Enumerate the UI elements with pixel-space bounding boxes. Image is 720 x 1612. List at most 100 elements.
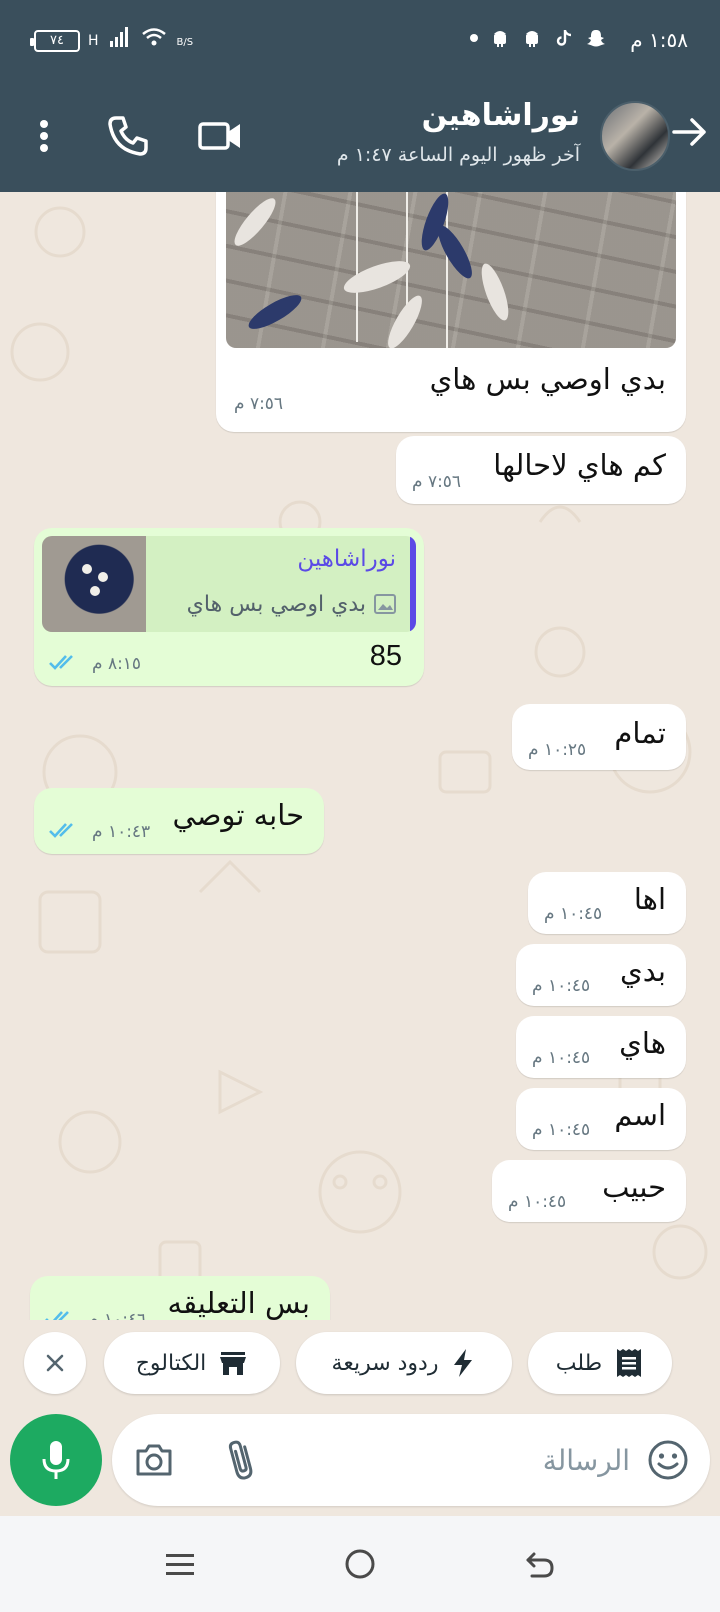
signal-icon — [109, 27, 128, 47]
business-chips-bar: الكتالوج ردود سريعة طلب — [0, 1320, 720, 1400]
emoji-button[interactable] — [646, 1438, 690, 1482]
close-icon — [46, 1354, 64, 1372]
system-navigation-bar — [0, 1516, 720, 1612]
attach-button[interactable] — [220, 1436, 264, 1484]
speed-label: B/S — [177, 37, 194, 48]
message-text: هاي — [619, 1026, 666, 1060]
message-bubble-reply[interactable]: نوراشاهين بدي اوصي بس هاي 85 ٨:١٥ م — [34, 528, 424, 686]
message-text: اها — [633, 882, 666, 916]
message-time: ١٠:٤٦ م — [88, 1310, 147, 1320]
back-nav-button[interactable] — [522, 1546, 558, 1582]
message-text: بدي اوصي بس هاي — [429, 362, 666, 396]
emoji-icon — [648, 1440, 688, 1480]
back-nav-icon — [526, 1552, 554, 1578]
quick-replies-chip[interactable]: ردود سريعة — [296, 1332, 512, 1394]
quoted-image-thumbnail — [42, 536, 146, 632]
quoted-text: بدي اوصي بس هاي — [186, 592, 366, 617]
store-icon — [220, 1352, 247, 1375]
quoted-message[interactable]: نوراشاهين بدي اوصي بس هاي — [42, 536, 416, 632]
message-bubble[interactable]: تمام ١٠:٢٥ م — [512, 704, 686, 770]
voice-message-button[interactable] — [10, 1414, 102, 1506]
photo-detail — [476, 260, 514, 324]
read-ticks-icon — [49, 823, 73, 838]
order-chip[interactable]: طلب — [528, 1332, 672, 1394]
photo-detail — [432, 221, 478, 283]
chips-close-button[interactable] — [24, 1332, 86, 1394]
home-circle-icon — [345, 1549, 375, 1579]
chat-header: نوراشاهين آخر ظهور اليوم الساعة ١:٤٧ م — [0, 82, 720, 192]
quote-accent-bar — [410, 536, 416, 632]
message-text: بس التعليقه — [167, 1286, 310, 1320]
mic-icon — [42, 1441, 70, 1479]
snapchat-icon — [587, 30, 605, 47]
quoted-author: نوراشاهين — [297, 546, 396, 572]
contact-name[interactable]: نوراشاهين — [422, 98, 580, 133]
message-text: كم هاي لاحالها — [493, 448, 666, 482]
message-time: ١٠:٤٥ م — [508, 1192, 567, 1212]
recents-button[interactable] — [162, 1546, 198, 1582]
video-call-button[interactable] — [196, 112, 244, 160]
notification-icons — [470, 28, 606, 48]
photo-detail — [244, 289, 306, 335]
message-text: حابه توصي — [172, 798, 304, 832]
message-bubble[interactable]: كم هاي لاحالها ٧:٥٦ م — [396, 436, 686, 504]
photo-detail — [228, 193, 282, 251]
message-input[interactable] — [330, 1436, 630, 1484]
message-bubble[interactable]: حبيب ١٠:٤٥ م — [492, 1160, 686, 1222]
receipt-icon — [617, 1349, 642, 1377]
last-seen-status[interactable]: آخر ظهور اليوم الساعة ١:٤٧ م — [337, 144, 580, 166]
message-time: ١٠:٤٥ م — [532, 1048, 591, 1068]
camera-icon — [136, 1444, 172, 1476]
message-text: حبيب — [602, 1170, 666, 1204]
order-label: طلب — [555, 1350, 603, 1376]
camera-button[interactable] — [132, 1438, 176, 1482]
message-bubble[interactable]: بدي ١٠:٤٥ م — [516, 944, 686, 1006]
image-icon — [374, 594, 396, 614]
wifi-icon — [141, 28, 166, 46]
attach-icon — [228, 1440, 253, 1480]
voice-call-button[interactable] — [104, 112, 152, 160]
message-text: تمام — [614, 716, 666, 750]
shared-photo[interactable] — [226, 192, 676, 348]
more-options-button[interactable] — [20, 112, 68, 160]
tiktok-icon — [556, 30, 572, 46]
battery-indicator: ٧٤ — [30, 30, 80, 52]
photo-detail — [382, 291, 428, 348]
thumb-detail — [98, 572, 108, 582]
message-time: ٧:٥٦ م — [234, 394, 284, 414]
message-time: ١٠:٤٥ م — [532, 976, 591, 996]
read-ticks-icon — [49, 655, 73, 670]
back-arrow-icon — [672, 118, 706, 146]
message-composer — [112, 1414, 710, 1506]
message-time: ٧:٥٦ م — [412, 472, 462, 492]
message-bubble[interactable]: اسم ١٠:٤٥ م — [516, 1088, 686, 1150]
back-button[interactable] — [670, 112, 710, 152]
catalog-label: الكتالوج — [135, 1350, 207, 1376]
message-bubble-image[interactable]: بدي اوصي بس هاي ٧:٥٦ م — [216, 192, 686, 432]
android-icon — [526, 31, 538, 47]
video-call-icon — [198, 122, 240, 150]
message-bubble[interactable]: هاي ١٠:٤٥ م — [516, 1016, 686, 1078]
android-icon — [494, 31, 506, 47]
home-button[interactable] — [342, 1546, 378, 1582]
chat-messages-area[interactable]: بدي اوصي بس هاي ٧:٥٦ م كم هاي لاحالها ٧:… — [0, 192, 720, 1320]
message-time: ١٠:٤٥ م — [532, 1120, 591, 1140]
bolt-icon — [454, 1349, 473, 1377]
message-text: بدي — [620, 954, 666, 988]
message-bubble[interactable]: بس التعليقه ١٠:٤٦ م — [30, 1276, 330, 1320]
more-icon — [40, 120, 48, 152]
message-time: ١٠:٤٥ م — [544, 904, 603, 924]
message-bubble[interactable]: حابه توصي ١٠:٤٣ م — [34, 788, 324, 854]
network-type-label: H — [88, 33, 99, 49]
photo-detail — [356, 192, 358, 342]
network-indicators: H B/S — [88, 26, 193, 48]
message-text: 85 — [369, 640, 402, 672]
message-bubble[interactable]: اها ١٠:٤٥ م — [528, 872, 686, 934]
catalog-chip[interactable]: الكتالوج — [104, 1332, 280, 1394]
speed-unit: B/S — [176, 37, 194, 48]
thumb-detail — [82, 564, 92, 574]
thumb-detail — [90, 586, 100, 596]
message-text: اسم — [614, 1098, 666, 1132]
clock: ١:٥٨ م — [630, 28, 688, 52]
contact-avatar[interactable] — [600, 101, 670, 171]
